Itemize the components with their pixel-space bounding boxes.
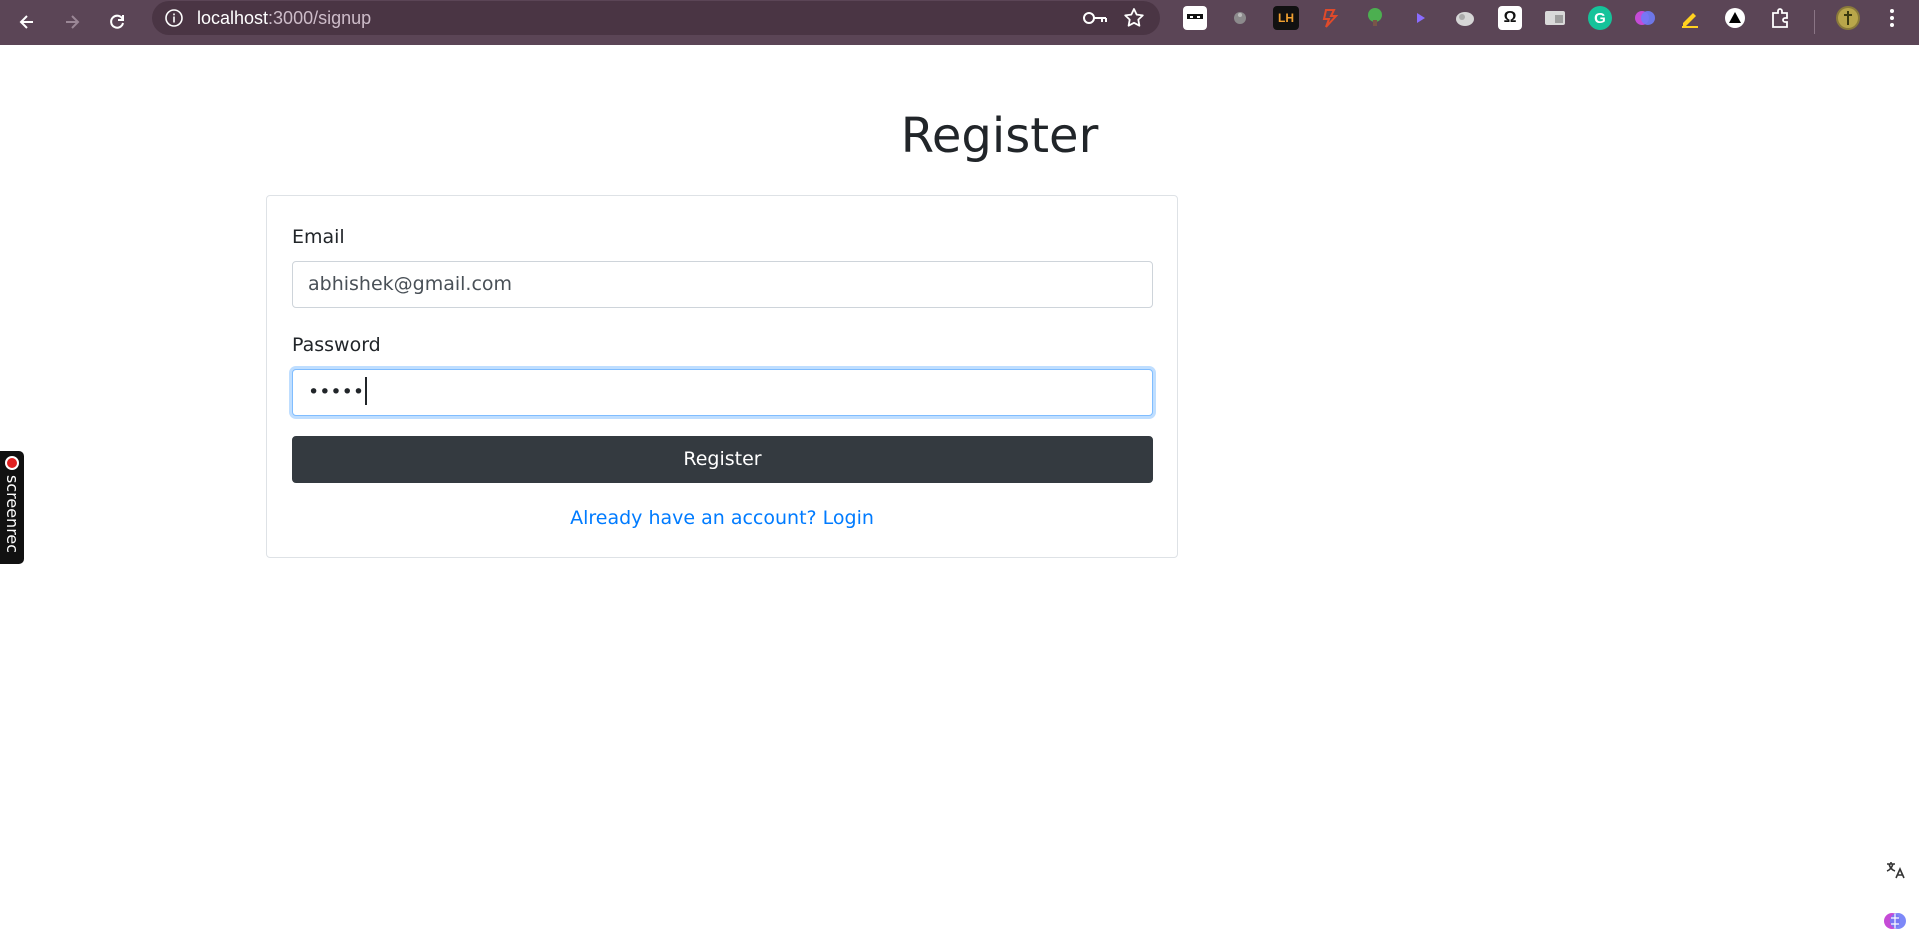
email-label: Email — [292, 226, 345, 248]
ext-lighthouse-icon[interactable]: LH — [1273, 6, 1299, 30]
email-field[interactable]: abhishek@gmail.com — [292, 261, 1153, 308]
brain-assistant-button[interactable] — [1877, 903, 1913, 939]
page-title-text: Register — [900, 108, 1099, 164]
bookmark-star-icon[interactable] — [1122, 6, 1146, 34]
url-path: :3000/signup — [268, 8, 372, 28]
password-value: ••••• — [308, 381, 365, 403]
reload-icon — [110, 14, 124, 29]
site-info-icon[interactable] — [162, 6, 186, 30]
extensions-puzzle-icon[interactable] — [1768, 6, 1792, 30]
browser-menu-icon[interactable] — [1880, 6, 1904, 30]
ext-play-icon[interactable] — [1408, 6, 1432, 30]
login-link[interactable]: Already have an account? Login — [267, 506, 1177, 530]
register-form-card: Email abhishek@gmail.com Password ••••• … — [266, 195, 1178, 558]
ext-highlighter-icon[interactable] — [1678, 6, 1702, 30]
ext-grammarly-icon[interactable]: G — [1588, 6, 1612, 30]
brain-icon — [1884, 913, 1906, 929]
ext-window-icon[interactable] — [1543, 6, 1567, 30]
url-host: localhost — [197, 8, 269, 28]
password-label: Password — [292, 334, 381, 356]
ext-ninja-icon[interactable] — [1183, 6, 1207, 30]
reload-button[interactable] — [101, 6, 133, 38]
password-field[interactable]: ••••• — [292, 369, 1153, 416]
screenrec-label: screenrec — [3, 475, 22, 554]
text-caret — [365, 376, 368, 405]
screenrec-widget[interactable]: screenrec — [0, 451, 24, 564]
ext-red-icon[interactable] — [1318, 6, 1342, 30]
ext-omega-icon[interactable]: Ω — [1498, 6, 1522, 30]
register-button[interactable]: Register — [292, 436, 1153, 483]
browser-toolbar: localhost:3000/signup LH Ω G — [0, 0, 1919, 45]
password-key-icon[interactable] — [1082, 7, 1108, 33]
forward-button[interactable] — [56, 6, 88, 38]
ext-brain-icon[interactable] — [1633, 6, 1657, 30]
ext-gray-icon[interactable] — [1228, 6, 1252, 30]
ext-cloud-icon[interactable] — [1453, 6, 1477, 30]
back-arrow-icon — [19, 15, 33, 29]
toolbar-separator — [1814, 10, 1815, 34]
ext-tree-icon[interactable] — [1363, 6, 1387, 30]
page-title: Register — [0, 104, 1919, 168]
ext-triangle-icon[interactable] — [1723, 6, 1747, 30]
back-button[interactable] — [11, 6, 43, 38]
profile-avatar[interactable] — [1836, 6, 1860, 30]
forward-arrow-icon — [66, 15, 80, 29]
address-bar[interactable]: localhost:3000/signup — [152, 1, 1160, 35]
translate-float-button[interactable] — [1877, 852, 1913, 888]
record-dot-icon — [5, 456, 19, 470]
translate-icon — [1886, 862, 1905, 879]
url-text[interactable]: localhost:3000/signup — [197, 8, 371, 28]
